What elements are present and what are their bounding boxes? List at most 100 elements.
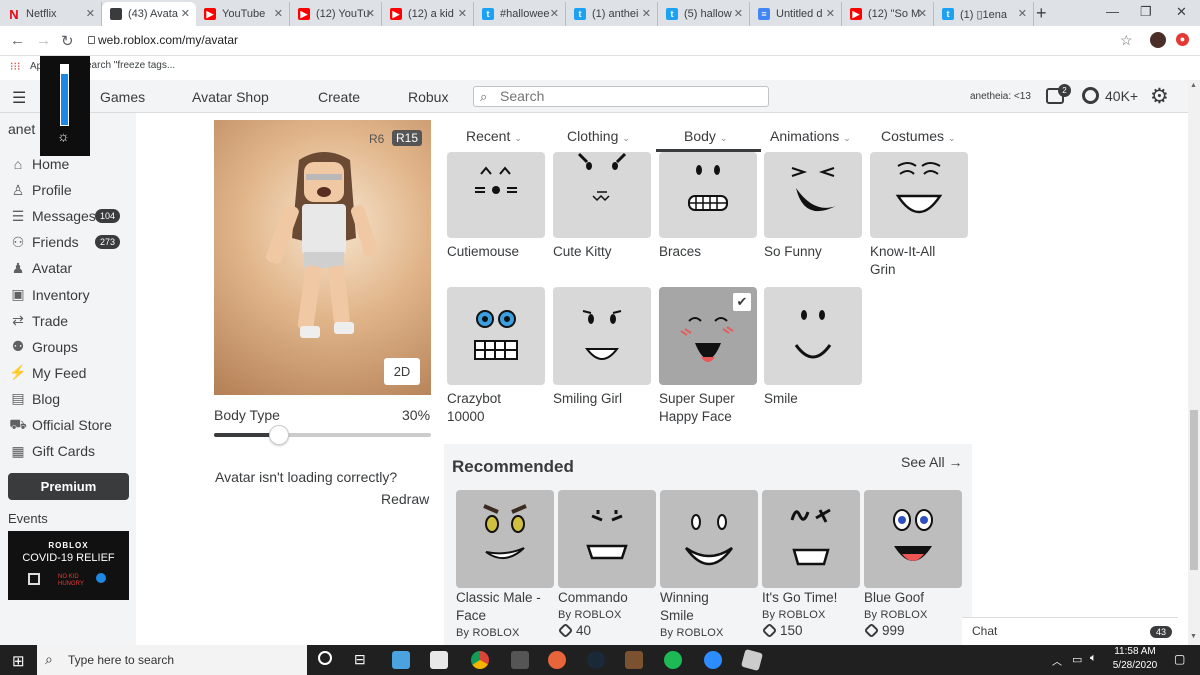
rec-item-creator[interactable]: By ROBLOX xyxy=(456,627,520,639)
item-name[interactable]: Crazybot 10000 xyxy=(447,390,537,426)
search-box[interactable]: ⌕ xyxy=(473,86,769,107)
body-type-slider[interactable] xyxy=(214,425,431,445)
menu-icon[interactable]: ☰ xyxy=(12,88,26,108)
browser-tab[interactable]: t (5) hallow ✕ xyxy=(658,2,750,26)
scroll-up-icon[interactable]: ▲ xyxy=(1190,82,1197,89)
browser-tab[interactable]: ▶ (12) "So M ✕ xyxy=(842,2,934,26)
nav-avatar-shop[interactable]: Avatar Shop xyxy=(192,89,269,105)
task-view-icon[interactable]: ⊟ xyxy=(354,651,366,668)
item-card-so-funny[interactable] xyxy=(764,152,862,238)
profile-avatar[interactable] xyxy=(1150,32,1166,48)
rec-card-blue-goof[interactable] xyxy=(864,490,962,588)
item-name[interactable]: Smile xyxy=(764,390,868,408)
chat-bar[interactable]: Chat 43 xyxy=(962,617,1178,645)
rec-item-name[interactable]: Classic Male - Face xyxy=(456,589,556,625)
rec-card-commando[interactable] xyxy=(558,490,656,588)
browser-tab[interactable]: ▶ (12) a kid ✕ xyxy=(382,2,474,26)
item-card-super-super-happy-face[interactable]: ✔ xyxy=(659,287,757,385)
close-tab-icon[interactable]: ✕ xyxy=(274,7,283,20)
avatar-preview[interactable]: R6 R15 2D xyxy=(214,120,431,395)
cortana-icon[interactable] xyxy=(318,651,332,665)
close-tab-icon[interactable]: ✕ xyxy=(86,7,95,20)
browser-tab[interactable]: ≡ Untitled d ✕ xyxy=(750,2,842,26)
tab-body[interactable]: Body ⌄ xyxy=(684,128,727,144)
item-name[interactable]: Know-It-All Grin xyxy=(870,243,960,279)
item-name[interactable]: Cute Kitty xyxy=(553,243,657,261)
nav-create[interactable]: Create xyxy=(318,89,360,105)
steam-app-icon[interactable] xyxy=(587,651,605,669)
sidebar-item-official-store[interactable]: ⛟ Official Store xyxy=(8,414,128,436)
item-card-cutiemouse[interactable] xyxy=(447,152,545,238)
page-scrollbar[interactable]: ▲ ▼ xyxy=(1188,80,1200,645)
r15-toggle[interactable]: R15 xyxy=(392,130,423,146)
snip-app-icon[interactable] xyxy=(392,651,410,669)
premium-button[interactable]: Premium xyxy=(8,473,129,500)
see-all-link[interactable]: See All → xyxy=(901,454,962,470)
sidebar-username[interactable]: anet xyxy=(8,121,35,137)
item-card-smile[interactable] xyxy=(764,287,862,385)
close-tab-icon[interactable]: ✕ xyxy=(1018,7,1027,20)
volume-icon[interactable]: 🔈︎ xyxy=(1090,652,1097,665)
roblox-app-icon[interactable] xyxy=(740,648,764,672)
nav-robux[interactable]: Robux xyxy=(408,89,448,105)
minimize-button[interactable]: — xyxy=(1106,4,1119,19)
sidebar-item-profile[interactable]: ♙ Profile xyxy=(8,179,128,201)
robux-icon[interactable] xyxy=(1082,87,1099,104)
apps-icon[interactable]: ⁝⁝⁝ xyxy=(10,60,21,73)
body-type-slider-handle[interactable] xyxy=(269,425,290,445)
item-name[interactable]: Cutiemouse xyxy=(447,243,551,261)
settings-gear-icon[interactable]: ⚙ xyxy=(1150,84,1169,109)
item-card-know-it-all-grin[interactable] xyxy=(870,152,968,238)
sidebar-item-avatar[interactable]: ♟ Avatar xyxy=(8,257,128,279)
nav-games[interactable]: Games xyxy=(100,89,145,105)
taskbar-app-icon[interactable] xyxy=(511,651,529,669)
tab-clothing[interactable]: Clothing ⌄ xyxy=(567,128,630,144)
rec-card-classic-male-face[interactable] xyxy=(456,490,554,588)
browser-tab[interactable]: (43) Avata ✕ xyxy=(102,2,196,26)
browser-tab[interactable]: t (1) anthei ✕ xyxy=(566,2,658,26)
browser-tab[interactable]: t #hallowee ✕ xyxy=(474,2,566,26)
battery-icon[interactable]: ▭ xyxy=(1072,653,1082,666)
tray-chevron-icon[interactable]: ︿ xyxy=(1052,653,1062,668)
tab-costumes[interactable]: Costumes ⌄ xyxy=(881,128,956,144)
spotify-app-icon[interactable] xyxy=(664,651,682,669)
sidebar-item-trade[interactable]: ⇄ Trade xyxy=(8,310,128,332)
sidebar-item-blog[interactable]: ▤ Blog xyxy=(8,388,128,410)
rec-item-name[interactable]: Winning Smile xyxy=(660,589,730,625)
bookmark-item[interactable]: earch "freeze tags... xyxy=(86,60,175,71)
new-tab-button[interactable]: + xyxy=(1036,3,1047,24)
covid-relief-banner[interactable]: ROBLOX COVID-19 RELIEF NO KID HUNGRY xyxy=(8,531,129,600)
header-username[interactable]: anetheia: <13 xyxy=(970,91,1031,102)
item-name[interactable]: Braces xyxy=(659,243,763,261)
taskbar-search-box[interactable]: ⌕ Type here to search xyxy=(37,645,307,675)
item-card-braces[interactable] xyxy=(659,152,757,238)
minecraft-app-icon[interactable] xyxy=(625,651,643,669)
forward-icon[interactable]: → xyxy=(36,32,51,49)
sidebar-item-my-feed[interactable]: ⚡ My Feed xyxy=(8,362,128,384)
notifications-icon[interactable]: ▢ xyxy=(1174,652,1185,666)
redraw-link[interactable]: Redraw xyxy=(381,491,429,507)
sidebar-item-friends[interactable]: ⚇ Friends 273 xyxy=(8,231,128,253)
store-app-icon[interactable] xyxy=(430,651,448,669)
item-card-smiling-girl[interactable] xyxy=(553,287,651,385)
rec-item-creator[interactable]: By ROBLOX xyxy=(864,609,928,621)
item-card-cute-kitty[interactable] xyxy=(553,152,651,238)
robux-balance[interactable]: 40K+ xyxy=(1105,88,1138,104)
rec-card-winning-smile[interactable] xyxy=(660,490,758,588)
rec-item-creator[interactable]: By ROBLOX xyxy=(762,609,826,621)
sidebar-item-messages[interactable]: ☰ Messages 104 xyxy=(8,205,128,227)
origin-app-icon[interactable] xyxy=(548,651,566,669)
close-tab-icon[interactable]: ✕ xyxy=(550,7,559,20)
back-icon[interactable]: ← xyxy=(10,32,25,49)
rec-item-name[interactable]: It's Go Time! xyxy=(762,589,837,607)
rec-item-creator[interactable]: By ROBLOX xyxy=(558,609,622,621)
maximize-button[interactable]: ❐ xyxy=(1140,4,1152,20)
browser-tab[interactable]: ▶ (12) YouTu ✕ xyxy=(290,2,382,26)
scrollbar-thumb[interactable] xyxy=(1190,410,1198,570)
rec-card-its-go-time[interactable] xyxy=(762,490,860,588)
item-card-crazybot[interactable] xyxy=(447,287,545,385)
windows-start-icon[interactable]: ⊞ xyxy=(12,652,25,670)
close-tab-icon[interactable]: ✕ xyxy=(181,7,190,20)
rec-item-name[interactable]: Blue Goof xyxy=(864,589,924,607)
close-tab-icon[interactable]: ✕ xyxy=(734,7,743,20)
